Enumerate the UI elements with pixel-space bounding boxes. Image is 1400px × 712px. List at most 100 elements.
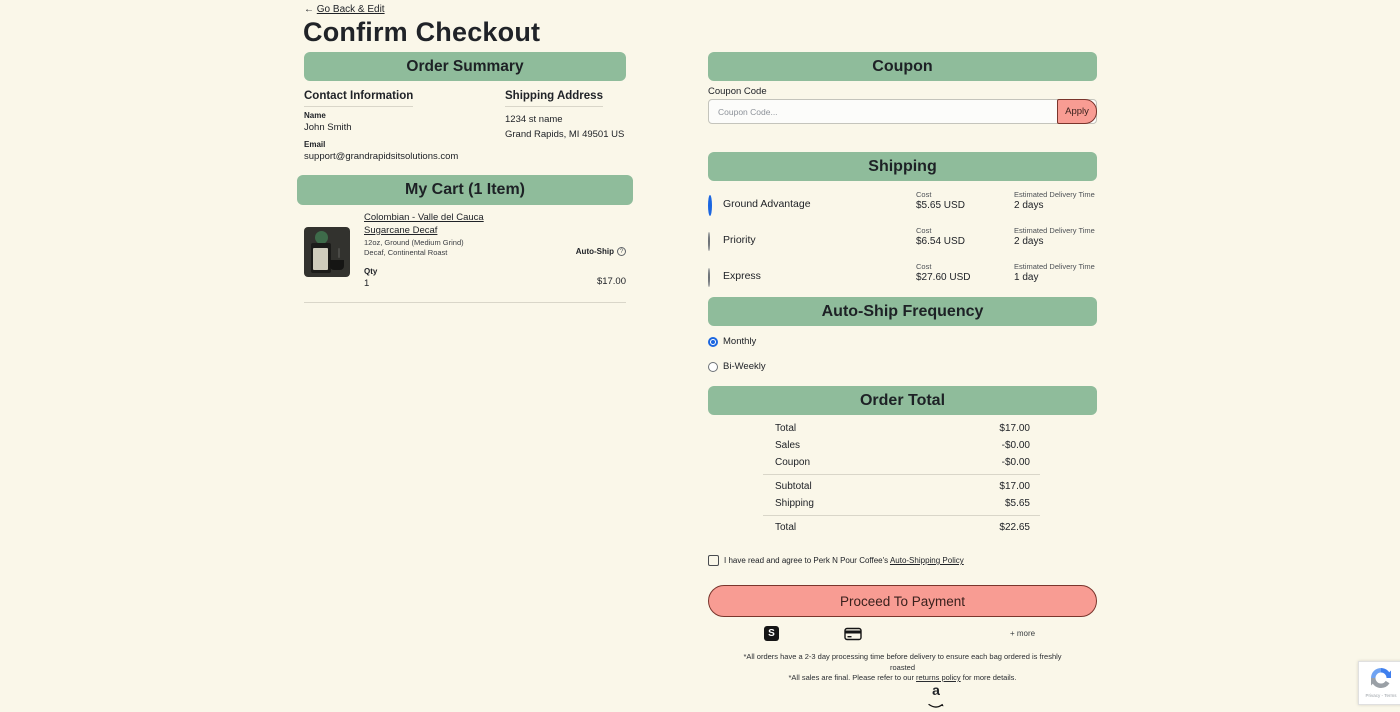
coupon-code-input[interactable]	[708, 99, 1097, 124]
total-row-label: Subtotal	[775, 481, 812, 492]
agreement-checkbox[interactable]	[708, 555, 719, 566]
recaptcha-privacy-terms[interactable]: Privacy - Terms	[1366, 693, 1397, 698]
frequency-option-row: Monthly	[708, 336, 756, 347]
coffee-cup-shape	[330, 260, 344, 270]
product-option-roast: Decaf, Continental Roast	[364, 248, 447, 258]
processing-note-line1: *All orders have a 2-3 day processing ti…	[743, 652, 1061, 661]
agreement-text: I have read and agree to Perk N Pour Cof…	[724, 556, 964, 565]
edt-label: Estimated Delivery Time	[1014, 226, 1095, 235]
shipping-option-row: Express Cost $27.60 USD Estimated Delive…	[708, 260, 1097, 288]
amazon-a-glyph: a	[928, 684, 944, 697]
total-row-value: $5.65	[1005, 498, 1030, 509]
total-row: Sales -$0.00	[763, 437, 1040, 454]
name-label: Name	[304, 111, 326, 120]
product-title-line2: Sugarcane Decaf	[364, 225, 504, 238]
product-title-line1: Colombian - Valle del Cauca	[364, 212, 504, 225]
checkout-page: Go Back & Edit Confirm Checkout Order Su…	[0, 0, 1400, 712]
product-image	[304, 227, 350, 277]
shipping-option-name: Priority	[723, 234, 756, 246]
proceed-to-payment-button[interactable]: Proceed To Payment	[708, 585, 1097, 617]
edt-value: 2 days	[1014, 236, 1043, 247]
item-price: $17.00	[597, 276, 626, 287]
autoship-label: Auto-Ship	[576, 247, 614, 256]
coupon-code-label: Coupon Code	[708, 86, 767, 97]
shipping-radio-priority[interactable]	[708, 232, 710, 251]
autoship-label-row: Auto-Ship	[576, 247, 626, 256]
total-row-value: $17.00	[999, 481, 1030, 492]
shipping-option-row: Ground Advantage Cost $5.65 USD Estimate…	[708, 188, 1097, 216]
sales-note-after: for more details.	[961, 673, 1017, 682]
frequency-radio-monthly[interactable]	[708, 337, 718, 347]
product-option-grind: 12oz, Ground (Medium Grind)	[364, 238, 464, 248]
qty-label: Qty	[364, 267, 377, 276]
agreement-text-before: I have read and agree to Perk N Pour Cof…	[724, 556, 890, 565]
total-row: Subtotal $17.00	[763, 478, 1040, 495]
processing-note-line2: roasted	[890, 663, 915, 672]
cost-label: Cost	[916, 190, 931, 199]
cost-value: $27.60 USD	[916, 272, 970, 283]
agreement-row: I have read and agree to Perk N Pour Cof…	[708, 555, 964, 566]
order-total-table: Total $17.00 Sales -$0.00 Coupon -$0.00 …	[763, 420, 1040, 536]
shipping-radio-express[interactable]	[708, 268, 710, 287]
autoshipping-policy-link[interactable]: Auto-Shipping Policy	[890, 556, 964, 565]
total-row-label: Shipping	[775, 498, 814, 509]
email-value: support@grandrapidsitsolutions.com	[304, 151, 458, 162]
sales-final-note: *All sales are final. Please refer to ou…	[708, 673, 1097, 684]
my-cart-header: My Cart (1 Item)	[297, 175, 633, 205]
autoship-help-icon[interactable]	[617, 247, 626, 256]
more-payment-methods-label: + more	[1010, 629, 1035, 638]
cost-value: $6.54 USD	[916, 236, 965, 247]
autoship-frequency-header: Auto-Ship Frequency	[708, 297, 1097, 326]
stripe-icon	[764, 626, 779, 641]
coupon-header: Coupon	[708, 52, 1097, 81]
sales-note-before: *All sales are final. Please refer to ou…	[788, 673, 916, 682]
apply-coupon-button[interactable]: Apply	[1057, 99, 1097, 124]
coffee-steam-shape	[338, 248, 340, 258]
shipping-address-heading: Shipping Address	[505, 90, 603, 107]
total-row: Shipping $5.65	[763, 495, 1040, 512]
shipping-radio-ground-advantage[interactable]	[708, 195, 712, 216]
amazon-icon: a	[928, 684, 944, 712]
cost-value: $5.65 USD	[916, 200, 965, 211]
edt-label: Estimated Delivery Time	[1014, 262, 1095, 271]
cart-divider	[304, 302, 626, 303]
order-summary-header: Order Summary	[304, 52, 626, 81]
recaptcha-icon	[1368, 665, 1394, 691]
shipping-option-name: Express	[723, 270, 761, 282]
order-total-divider	[763, 515, 1040, 516]
credit-card-icon	[844, 627, 862, 641]
total-row-value: -$0.00	[1002, 440, 1030, 451]
qty-value: 1	[364, 278, 369, 289]
shipping-header: Shipping	[708, 152, 1097, 181]
total-row-label: Sales	[775, 440, 800, 451]
address-line1: 1234 st name	[505, 114, 563, 125]
total-row-label: Total	[775, 423, 796, 434]
total-row-label: Total	[775, 522, 796, 533]
returns-policy-link[interactable]: returns policy	[916, 673, 961, 682]
edt-value: 1 day	[1014, 272, 1038, 283]
total-row-label: Coupon	[775, 457, 810, 468]
order-total-header: Order Total	[708, 386, 1097, 415]
page-title: Confirm Checkout	[303, 17, 540, 48]
amazon-smile-glyph	[928, 703, 944, 710]
go-back-link[interactable]: Go Back & Edit	[304, 4, 385, 15]
frequency-radio-biweekly[interactable]	[708, 362, 718, 372]
cost-label: Cost	[916, 262, 931, 271]
name-value: John Smith	[304, 122, 352, 133]
address-line2: Grand Rapids, MI 49501 US	[505, 129, 624, 140]
product-title-link[interactable]: Colombian - Valle del Cauca Sugarcane De…	[364, 212, 504, 237]
total-row: Total $22.65	[763, 519, 1040, 536]
recaptcha-badge[interactable]: Privacy - Terms	[1358, 661, 1400, 705]
total-row-value: -$0.00	[1002, 457, 1030, 468]
frequency-option-row: Bi-Weekly	[708, 361, 766, 372]
processing-time-note: *All orders have a 2-3 day processing ti…	[708, 652, 1097, 673]
cost-label: Cost	[916, 226, 931, 235]
total-row-value: $17.00	[999, 423, 1030, 434]
total-row: Coupon -$0.00	[763, 454, 1040, 471]
shipping-option-row: Priority Cost $6.54 USD Estimated Delive…	[708, 224, 1097, 252]
frequency-option-name: Bi-Weekly	[723, 361, 766, 372]
frequency-option-name: Monthly	[723, 336, 756, 347]
total-row-value: $22.65	[999, 522, 1030, 533]
edt-label: Estimated Delivery Time	[1014, 190, 1095, 199]
edt-value: 2 days	[1014, 200, 1043, 211]
